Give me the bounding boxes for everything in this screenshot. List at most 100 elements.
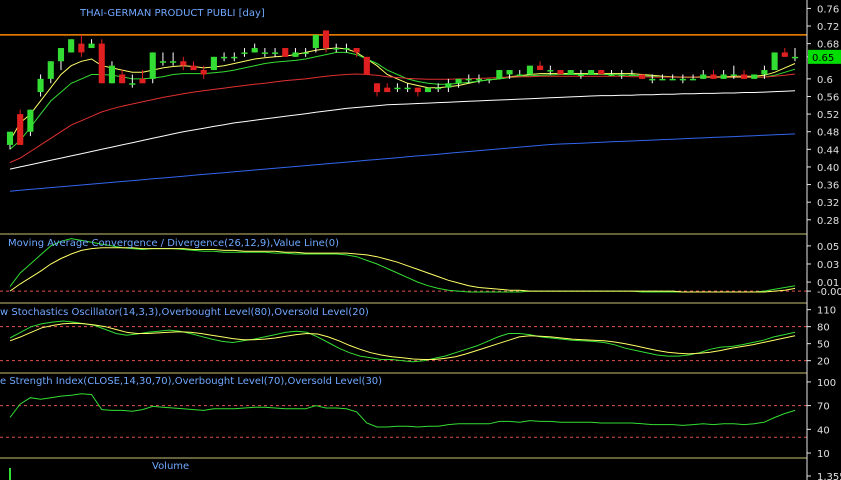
candle-body — [384, 87, 391, 93]
candle-body — [180, 61, 187, 66]
candle-body — [6, 131, 14, 145]
candle-body — [78, 43, 85, 53]
candle-body — [394, 87, 401, 90]
candle-body — [98, 43, 105, 84]
candle-body — [353, 48, 360, 53]
axis-tick-label: 0.05 — [817, 242, 839, 253]
candle-body — [547, 70, 554, 72]
candle-body — [68, 39, 75, 53]
volume-bar — [9, 468, 11, 480]
axis-tick-label: 0.48 — [817, 128, 839, 139]
candle-body — [435, 87, 442, 90]
candle-body — [272, 52, 279, 54]
volume-title: Volume — [152, 461, 189, 472]
candle-body — [475, 78, 483, 81]
candle-body — [17, 114, 24, 145]
candle-body — [119, 74, 126, 84]
axis-tick-label: 0.52 — [817, 110, 839, 121]
candle-body — [659, 78, 666, 81]
candle-body — [588, 70, 595, 75]
candle-body — [598, 70, 605, 75]
macd-title: Moving Average Convergence / Divergence(… — [8, 238, 339, 249]
axis-tick-label: 1,355 — [817, 472, 841, 480]
candle-body — [669, 78, 676, 81]
candle-body — [608, 74, 615, 76]
candle-body — [221, 56, 228, 59]
candle-body — [88, 43, 95, 49]
candle-body — [190, 65, 197, 71]
axis-tick-label: 20 — [817, 357, 830, 368]
candle-body — [343, 48, 350, 50]
candle-body — [27, 109, 34, 132]
candle-body — [639, 74, 646, 79]
candle-body — [537, 65, 544, 71]
axis-tick-label: 0.03 — [817, 260, 839, 271]
axis-tick-label: 0.40 — [817, 163, 839, 174]
price-title: THAI-GERMAN PRODUCT PUBLI [day] — [79, 8, 265, 19]
candle-body — [37, 78, 44, 93]
axis-tick-label: 0.6 — [817, 75, 833, 86]
volume-panel — [9, 468, 11, 480]
candle-body — [108, 65, 116, 84]
candle-body — [700, 74, 707, 79]
candle-body — [486, 78, 493, 81]
candle-body — [404, 87, 411, 90]
axis-tick-label: 0.44 — [817, 145, 839, 156]
candle-body — [251, 48, 258, 53]
candle-body — [791, 56, 799, 59]
candle-body — [282, 48, 289, 57]
stochastics-title: w Stochastics Oscillator(14,3,3),Overbou… — [0, 307, 369, 318]
candle-body — [557, 70, 564, 75]
last-price-badge: 0.65 — [808, 49, 841, 64]
candle-body — [373, 83, 381, 93]
candle-body — [149, 52, 156, 79]
axis-tick-label: 40 — [817, 425, 830, 436]
axis-tick-label: 0.36 — [817, 181, 839, 192]
candle-body — [720, 74, 727, 79]
candle-body — [292, 52, 299, 57]
last-price-label: 0.65 — [812, 53, 834, 64]
candle-body — [771, 52, 778, 71]
candle-body — [312, 34, 319, 49]
candle-body — [322, 30, 330, 49]
candle-body — [781, 52, 788, 57]
candle-body — [567, 70, 574, 75]
axis-tick-label: 0.28 — [817, 216, 839, 227]
candle-body — [159, 61, 166, 63]
candle-body — [751, 74, 758, 79]
candle-body — [679, 78, 686, 81]
candle-body — [710, 74, 717, 79]
candle-body — [740, 74, 748, 79]
candle-body — [445, 83, 452, 88]
candle-body — [414, 87, 421, 93]
candle-body — [261, 52, 268, 54]
candle-body — [526, 65, 533, 75]
candle-body — [363, 56, 370, 75]
rsi-title: e Strength Index(CLOSE,14,30,70),Overbou… — [0, 376, 382, 387]
candle-body — [231, 56, 238, 59]
axis-tick-label: 70 — [817, 402, 830, 413]
candle-body — [302, 52, 309, 54]
axis-tick-label: 0.72 — [817, 22, 839, 33]
axis-tick-label: 0.32 — [817, 198, 839, 209]
candle-body — [241, 52, 248, 54]
axis-tick-label: 10 — [817, 449, 830, 460]
candle-body — [139, 78, 146, 84]
candle-body — [129, 83, 136, 85]
candle-body — [761, 70, 768, 75]
candle-body — [506, 70, 513, 75]
candle-body — [689, 78, 697, 81]
candle-body — [577, 74, 584, 76]
candle-body — [649, 78, 656, 81]
candle-body — [200, 70, 207, 75]
candle-body — [455, 78, 462, 84]
candle-body — [730, 74, 737, 76]
stock-chart: THAI-GERMAN PRODUCT PUBLI [day] Moving A… — [0, 0, 841, 480]
axis-tick-label: 100 — [817, 378, 836, 389]
candle-body — [333, 48, 340, 50]
candle-body — [57, 48, 65, 62]
candle-body — [496, 70, 503, 79]
axis-tick-label: 0.56 — [817, 92, 839, 103]
candle-body — [465, 78, 472, 81]
candle-body — [516, 74, 523, 76]
